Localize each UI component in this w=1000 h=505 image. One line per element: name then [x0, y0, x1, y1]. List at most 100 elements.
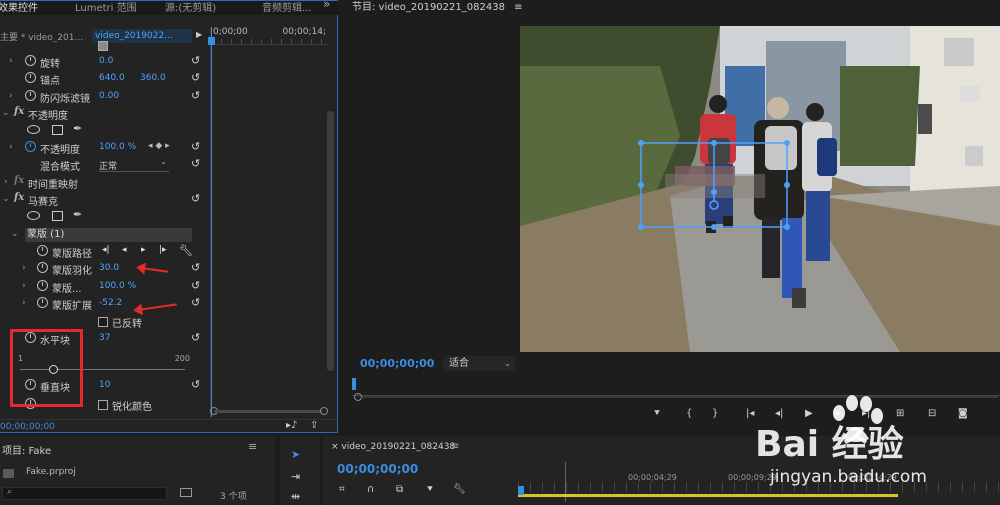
- expand-chevron-icon[interactable]: ›: [22, 298, 26, 308]
- expand-chevron-icon[interactable]: ›: [9, 142, 13, 152]
- sequence-playhead[interactable]: [518, 486, 524, 495]
- track-forward-icon[interactable]: |▸: [159, 245, 167, 255]
- linked-selection-icon[interactable]: ⧉: [396, 484, 403, 495]
- rectangle-mask-icon[interactable]: [52, 211, 63, 221]
- hamburger-menu-icon[interactable]: ≡: [248, 440, 257, 453]
- stopwatch-icon[interactable]: [37, 297, 48, 308]
- project-file-name[interactable]: Fake.prproj: [26, 467, 76, 477]
- stopwatch-icon[interactable]: [25, 72, 36, 83]
- sequence-tab[interactable]: × video_20190221_082438: [331, 442, 455, 452]
- collapse-chevron-icon[interactable]: ⌄: [2, 194, 10, 204]
- rectangle-mask-icon[interactable]: [52, 125, 63, 135]
- reset-icon[interactable]: ↺: [191, 140, 200, 153]
- video-frame[interactable]: [520, 26, 1000, 352]
- keyframe-nav-icon[interactable]: ◂ ◆ ▸: [148, 141, 170, 151]
- ellipse-mask-icon[interactable]: [27, 211, 40, 220]
- anti-flicker-value[interactable]: 0.00: [99, 91, 119, 101]
- selection-tool-icon[interactable]: ➤: [291, 448, 300, 461]
- reset-icon[interactable]: ↺: [191, 279, 200, 292]
- reset-icon[interactable]: ↺: [191, 261, 200, 274]
- add-marker-icon[interactable]: ⯆: [426, 484, 434, 495]
- expand-chevron-icon[interactable]: ›: [9, 56, 13, 66]
- new-bin-icon[interactable]: [180, 488, 192, 497]
- mark-out-icon[interactable]: }: [712, 408, 718, 419]
- row-mosaic-section[interactable]: ⌄ fx 马赛克 ↺: [0, 192, 210, 209]
- mask-expansion-value[interactable]: -52.2: [99, 298, 122, 308]
- reset-icon[interactable]: ↺: [191, 296, 200, 309]
- row-time-remap[interactable]: › fx 时间重映射: [0, 175, 210, 192]
- stopwatch-icon[interactable]: [37, 262, 48, 273]
- tab-lumetri-scopes[interactable]: Lumetri 范围: [75, 0, 137, 14]
- scroll-handle-left[interactable]: [354, 393, 362, 401]
- zoom-fit-select[interactable]: 适合 ⌄: [443, 356, 515, 371]
- expand-chevron-icon[interactable]: ›: [4, 177, 8, 187]
- reset-icon[interactable]: ↺: [191, 89, 200, 102]
- project-search-input[interactable]: ⌕: [2, 487, 167, 500]
- timeline-playhead[interactable]: [208, 27, 215, 417]
- mask-feather-value[interactable]: 30.0: [99, 263, 119, 273]
- footer-timecode[interactable]: 00;00;00;00: [0, 422, 55, 432]
- uniform-scale-checkbox[interactable]: [98, 41, 108, 51]
- ellipse-mask-icon[interactable]: [27, 125, 40, 134]
- stopwatch-icon[interactable]: [25, 55, 36, 66]
- inverted-checkbox[interactable]: [98, 317, 108, 327]
- panel-menu-icon[interactable]: »: [323, 0, 330, 11]
- opacity-value[interactable]: 100.0 %: [99, 142, 136, 152]
- reset-icon[interactable]: ↺: [191, 157, 200, 170]
- row-opacity-section[interactable]: ⌄ fx 不透明度: [0, 106, 210, 123]
- collapse-chevron-icon[interactable]: ⌄: [2, 108, 10, 118]
- stopwatch-icon[interactable]: [25, 90, 36, 101]
- effect-timeline-scrollbar[interactable]: [210, 405, 328, 416]
- timeline-ruler[interactable]: [211, 39, 329, 45]
- collapse-chevron-icon[interactable]: ⌄: [11, 229, 19, 239]
- reset-icon[interactable]: ↺: [191, 54, 200, 67]
- scroll-handle-right[interactable]: [320, 407, 328, 415]
- nest-icon[interactable]: ⌗: [339, 484, 345, 495]
- fx-icon[interactable]: fx: [14, 106, 24, 117]
- anchor-y-value[interactable]: 360.0: [140, 73, 166, 83]
- pen-mask-icon[interactable]: ✒: [73, 122, 82, 135]
- stopwatch-icon[interactable]: [37, 245, 48, 256]
- ripple-edit-tool-icon[interactable]: ⇹: [291, 490, 300, 503]
- snap-icon[interactable]: ∩: [367, 484, 374, 495]
- program-playhead[interactable]: [352, 378, 356, 390]
- track-backward-icon[interactable]: ◂|: [102, 245, 110, 255]
- anchor-x-value[interactable]: 640.0: [99, 73, 125, 83]
- stopwatch-icon[interactable]: [25, 141, 36, 152]
- horizontal-blocks-value[interactable]: 37: [99, 333, 110, 343]
- reset-icon[interactable]: ↺: [191, 192, 200, 205]
- go-to-in-icon[interactable]: |◂: [746, 408, 754, 419]
- sharpen-colors-checkbox[interactable]: [98, 400, 108, 410]
- mask-item[interactable]: 蒙版 (1): [25, 228, 192, 242]
- play-arrow-icon[interactable]: ▶: [196, 30, 202, 39]
- mark-in-icon[interactable]: {: [686, 408, 692, 419]
- reset-icon[interactable]: ↺: [191, 331, 200, 344]
- step-forward-icon[interactable]: ▸: [141, 245, 146, 255]
- expand-chevron-icon[interactable]: ›: [9, 91, 13, 101]
- track-select-tool-icon[interactable]: ⇥: [291, 470, 300, 483]
- reset-icon[interactable]: ↺: [191, 71, 200, 84]
- vertical-scrollbar[interactable]: [327, 31, 335, 401]
- tab-effect-controls[interactable]: 效果控件: [0, 0, 38, 14]
- expand-chevron-icon[interactable]: ›: [22, 263, 26, 273]
- play-clip-audio-icon[interactable]: ▸♪: [286, 420, 297, 431]
- effect-timeline[interactable]: 0;00;00 00;00;14;: [208, 27, 329, 417]
- hamburger-menu-icon[interactable]: ≡: [514, 2, 522, 13]
- tab-audio-clip-mixer[interactable]: 音频剪辑...: [262, 0, 312, 14]
- fx-icon[interactable]: fx: [14, 192, 24, 203]
- hamburger-menu-icon[interactable]: ≡: [451, 441, 459, 452]
- export-icon[interactable]: ⇪: [310, 420, 318, 431]
- mask-opacity-value[interactable]: 100.0 %: [99, 281, 136, 291]
- program-timecode[interactable]: 00;00;00;00: [360, 357, 434, 370]
- blend-mode-select[interactable]: 正常 ⌄: [99, 157, 169, 172]
- sequence-timecode[interactable]: 00;00;00;00: [337, 462, 418, 476]
- stopwatch-icon[interactable]: [37, 280, 48, 291]
- marker-icon[interactable]: ⯆: [653, 408, 661, 419]
- wrench-icon[interactable]: 🔧︎: [453, 484, 466, 495]
- tab-source[interactable]: 源:(无剪辑): [165, 0, 216, 14]
- vertical-blocks-value[interactable]: 10: [99, 380, 110, 390]
- rotation-value[interactable]: 0.0: [99, 56, 113, 66]
- fx-icon[interactable]: fx: [14, 175, 24, 186]
- pen-mask-icon[interactable]: ✒: [73, 208, 82, 221]
- wrench-icon[interactable]: 🔧︎: [179, 244, 193, 257]
